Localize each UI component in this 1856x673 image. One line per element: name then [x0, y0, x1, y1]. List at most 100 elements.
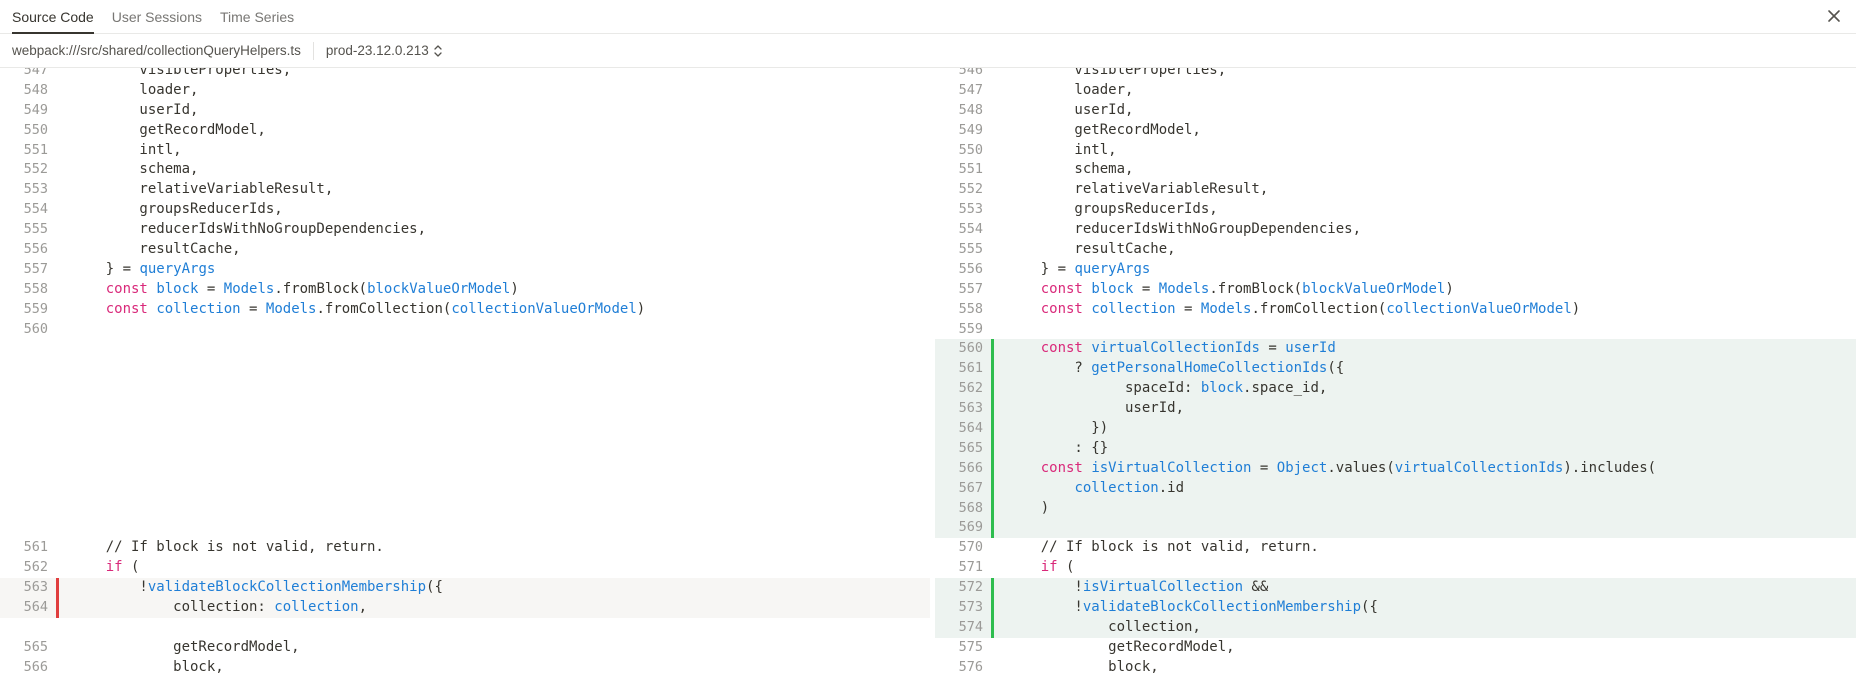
diff-spacer — [0, 618, 930, 638]
code-text: resultCache, — [999, 240, 1176, 260]
code-line: 546 visibleProperties, — [935, 68, 1856, 81]
close-icon[interactable] — [1824, 6, 1844, 26]
code-token: = — [1251, 459, 1277, 476]
code-text: ? getPersonalHomeCollectionIds({ — [999, 359, 1344, 379]
code-token: const — [1040, 300, 1083, 317]
tab-user-sessions[interactable]: User Sessions — [112, 9, 202, 33]
code-text: reducerIdsWithNoGroupDependencies, — [64, 220, 426, 240]
code-token: ).includes( — [1563, 459, 1657, 476]
gutter — [991, 300, 999, 320]
code-line: 557 } = queryArgs — [0, 260, 930, 280]
line-number: 570 — [958, 539, 983, 556]
added-marker — [991, 458, 994, 479]
diff-pane-modified[interactable]: 546 visibleProperties, 547 loader, 548 use… — [935, 68, 1856, 673]
code-token: ( — [122, 559, 140, 576]
code-text: } = queryArgs — [64, 260, 216, 280]
code-text: const block = Models.fromBlock(blockValu… — [999, 280, 1454, 300]
code-token: isVirtualCollection — [1082, 579, 1244, 596]
line-number: 558 — [23, 280, 48, 297]
code-text: intl, — [64, 141, 181, 161]
gutter — [991, 180, 999, 200]
code-token: = — [198, 280, 224, 297]
code-line: 556 } = queryArgs — [935, 260, 1856, 280]
code-lines-original: 547 visibleProperties, 548 loader, 549 use… — [0, 68, 930, 673]
line-number: 575 — [958, 638, 983, 655]
code-line: 548 userId, — [935, 101, 1856, 121]
code-token: groupsReducerIds, — [1007, 201, 1218, 218]
gutter — [56, 160, 64, 180]
tab-source-code[interactable]: Source Code — [12, 9, 94, 34]
gutter — [56, 320, 64, 340]
diff-pane-original[interactable]: 547 visibleProperties, 548 loader, 549 use… — [0, 68, 930, 673]
line-number: 546 — [958, 68, 983, 78]
code-line: 564 collection: collection, — [0, 598, 930, 618]
code-line: 571 if ( — [935, 558, 1856, 578]
code-token: ({ — [1361, 599, 1378, 616]
code-token: collection — [156, 300, 241, 317]
line-number: 571 — [958, 559, 983, 576]
line-number: 550 — [23, 121, 48, 138]
tab-time-series[interactable]: Time Series — [220, 9, 294, 33]
code-token: userId, — [72, 101, 199, 118]
code-token: virtualCollectionIds — [1394, 459, 1564, 476]
code-text: spaceId: block.space_id, — [999, 379, 1327, 399]
code-token: .fromCollection( — [1251, 300, 1387, 317]
gutter — [991, 658, 999, 673]
code-line: 554 groupsReducerIds, — [0, 200, 930, 220]
gutter — [56, 180, 64, 200]
code-text: userId, — [999, 399, 1184, 419]
diff-spacer — [0, 399, 930, 419]
code-text: groupsReducerIds, — [64, 200, 282, 220]
code-token: } = — [72, 260, 140, 277]
code-token: relativeVariableResult, — [1007, 181, 1269, 198]
code-line: 567 collection.id — [935, 478, 1856, 499]
gutter — [56, 121, 64, 141]
code-token: collection — [1074, 479, 1159, 496]
code-line: 555 resultCache, — [935, 240, 1856, 260]
code-text: getRecordModel, — [999, 638, 1234, 658]
added-marker — [991, 478, 994, 499]
code-token: = — [1133, 280, 1159, 297]
gutter — [991, 141, 999, 161]
line-number: 551 — [23, 141, 48, 158]
code-line: 564 }) — [935, 419, 1856, 439]
code-token: visibleProperties, — [72, 68, 292, 78]
code-line: 549 userId, — [0, 101, 930, 121]
code-text: if ( — [64, 558, 140, 578]
code-line: 553 groupsReducerIds, — [935, 200, 1856, 220]
code-token: resultCache, — [1007, 241, 1176, 258]
code-token: .space_id, — [1243, 380, 1328, 397]
gutter — [56, 141, 64, 161]
code-line: 560 — [0, 320, 930, 340]
added-marker — [991, 598, 994, 618]
diff-spacer — [0, 439, 930, 459]
code-text: intl, — [999, 141, 1116, 161]
gutter — [991, 200, 999, 220]
gutter — [56, 658, 64, 673]
code-token: : {} — [1007, 439, 1109, 456]
line-number: 555 — [23, 221, 48, 238]
code-token: block, — [1007, 658, 1159, 673]
added-marker — [991, 518, 994, 539]
code-line: 576 block, — [935, 658, 1856, 673]
line-number: 562 — [958, 380, 983, 397]
line-number: 569 — [958, 519, 983, 536]
code-token: block, — [72, 658, 224, 673]
code-token: const — [1040, 280, 1083, 297]
code-line: 574 collection, — [935, 617, 1856, 638]
version-selector[interactable]: prod-23.12.0.213 — [326, 43, 443, 58]
diff-view: 547 visibleProperties, 548 loader, 549 use… — [0, 68, 1856, 673]
code-token: ! — [72, 579, 148, 596]
code-token: collection: — [72, 599, 275, 616]
line-number: 559 — [958, 320, 983, 337]
code-text: relativeVariableResult, — [999, 180, 1268, 200]
code-text: relativeVariableResult, — [64, 180, 333, 200]
code-token: ! — [1007, 579, 1083, 596]
line-number: 557 — [23, 260, 48, 277]
line-number: 562 — [23, 559, 48, 576]
